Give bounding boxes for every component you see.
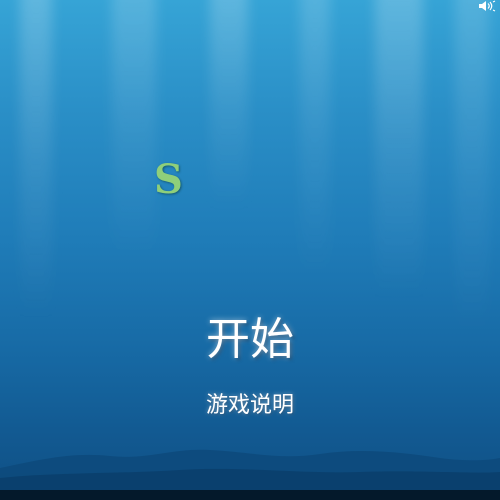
bottom-bar xyxy=(0,490,500,500)
light-ray xyxy=(300,0,330,280)
light-ray xyxy=(210,0,248,210)
light-ray xyxy=(112,0,156,260)
game-stage: S 开始 游戏说明 xyxy=(0,0,500,500)
start-button[interactable]: 开始 xyxy=(0,312,500,368)
instructions-button[interactable]: 游戏说明 xyxy=(0,390,500,422)
game-logo: S xyxy=(154,156,183,203)
light-rays xyxy=(0,0,500,500)
light-ray xyxy=(375,0,423,300)
speaker-icon[interactable] xyxy=(478,0,496,12)
light-ray xyxy=(455,0,489,340)
light-ray xyxy=(20,0,52,320)
seafloor-silhouette xyxy=(0,449,500,490)
